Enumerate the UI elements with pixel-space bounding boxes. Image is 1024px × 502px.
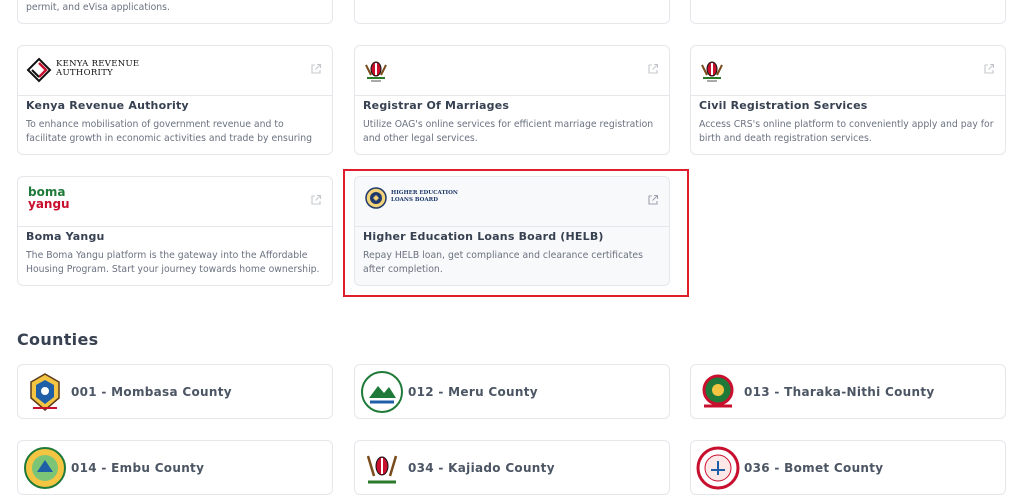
kenya-coat-of-arms-icon [365,61,387,82]
logo-area: boma yangu [18,177,332,227]
county-name: 001 - Mombasa County [71,385,232,399]
tharaka-nithi-county-seal-icon [702,374,734,408]
kra-logo-text: KENYA REVENUE AUTHORITY [56,60,139,78]
service-description: The Boma Yangu platform is the gateway i… [26,250,320,275]
boma-logo-line-2: yangu [28,197,70,211]
external-link-icon[interactable] [310,63,322,75]
mombasa-county-seal-icon [30,373,60,411]
kra-logo-icon [26,57,52,83]
logo-area: KENYA REVENUE AUTHORITY [18,46,332,96]
counties-heading: Counties [17,330,99,349]
service-description: Access CRS's online platform to convenie… [699,119,994,144]
service-description: permit, and eVisa applications. [26,2,170,13]
service-title: Boma Yangu [26,230,105,243]
service-card-registrar-of-marriages[interactable]: Registrar Of Marriages Utilize OAG's onl… [354,45,670,155]
service-title: Kenya Revenue Authority [26,99,189,112]
service-title: Registrar Of Marriages [363,99,510,112]
service-description: Utilize OAG's online services for effici… [363,119,654,144]
boma-yangu-logo: boma yangu [28,186,70,210]
county-card-embu[interactable]: 014 - Embu County [17,440,333,495]
service-description: To enhance mobilisation of government re… [26,119,312,144]
service-card-partial-3[interactable] [690,0,1006,24]
service-card-boma-yangu[interactable]: boma yangu Boma Yangu The Boma Yangu pla… [17,176,333,286]
external-link-icon[interactable] [983,63,995,75]
kenya-coat-of-arms-icon [701,61,723,82]
service-card-kra[interactable]: KENYA REVENUE AUTHORITY Kenya Revenue Au… [17,45,333,155]
county-card-meru[interactable]: 012 - Meru County [354,364,670,419]
county-name: 036 - Bomet County [744,461,884,475]
bomet-county-seal-icon [696,446,740,490]
service-title: Civil Registration Services [699,99,868,112]
county-name: 013 - Tharaka-Nithi County [744,385,935,399]
external-link-icon[interactable] [647,63,659,75]
county-name: 012 - Meru County [408,385,538,399]
county-card-mombasa[interactable]: 001 - Mombasa County [17,364,333,419]
meru-county-seal-icon [361,371,403,413]
service-card-partial-2[interactable] [354,0,670,24]
external-link-icon[interactable] [310,194,322,206]
kajiado-county-seal-icon [366,455,398,484]
kra-logo-line-2: AUTHORITY [56,68,114,78]
county-card-kajiado[interactable]: 034 - Kajiado County [354,440,670,495]
county-name: 034 - Kajiado County [408,461,555,475]
selection-highlight [343,169,689,297]
county-name: 014 - Embu County [71,461,205,475]
service-card-civil-registration[interactable]: Civil Registration Services Access CRS's… [690,45,1006,155]
county-card-tharaka-nithi[interactable]: 013 - Tharaka-Nithi County [690,364,1006,419]
embu-county-seal-icon [24,447,66,489]
logo-area [355,46,669,96]
county-card-bomet[interactable]: 036 - Bomet County [690,440,1006,495]
service-card-partial-1[interactable]: permit, and eVisa applications. [17,0,333,24]
logo-area [691,46,1005,96]
